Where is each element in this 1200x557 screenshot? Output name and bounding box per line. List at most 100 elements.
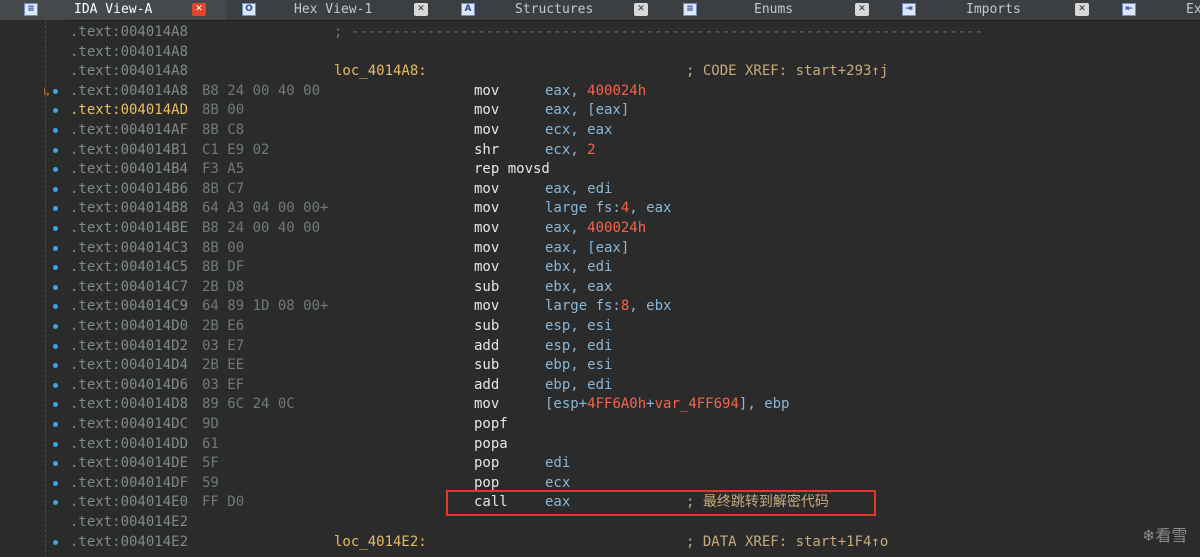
address[interactable]: .text:004014E0 (70, 493, 188, 513)
address[interactable]: .text:004014D8 (70, 395, 188, 415)
breakpoint-dot-icon[interactable] (53, 284, 58, 290)
listing-row[interactable]: .text:004014B1 C1 E9 02 shr ecx, 2 (0, 141, 1200, 161)
address[interactable]: .text:004014AF (70, 121, 188, 141)
mnemonic[interactable]: mov (474, 258, 499, 278)
listing-row[interactable]: .text:004014D6 03 EF add ebp, edi (0, 376, 1200, 396)
breakpoint-dot-icon[interactable] (53, 304, 58, 310)
close-icon[interactable]: ✕ (414, 3, 428, 16)
operands[interactable]: ecx, 2 (545, 141, 596, 161)
address[interactable]: .text:004014A8 (70, 82, 188, 102)
listing-row[interactable]: .text:004014D8 89 6C 24 0C mov [esp+4FF6A0h… (0, 395, 1200, 415)
listing-row[interactable]: .text:004014AF 8B C8 mov ecx, eax (0, 121, 1200, 141)
mnemonic[interactable]: sub (474, 278, 499, 298)
close-icon[interactable]: ✕ (855, 3, 869, 16)
breakpoint-dot-icon[interactable] (53, 343, 58, 349)
mnemonic[interactable]: mov (474, 180, 499, 200)
listing-row[interactable]: .text:004014D4 2B EE sub ebp, esi (0, 356, 1200, 376)
address[interactable]: .text:004014DD (70, 435, 188, 455)
address[interactable]: .text:004014C7 (70, 278, 188, 298)
listing-row[interactable]: .text:004014C5 8B DF mov ebx, edi (0, 258, 1200, 278)
address[interactable]: .text:004014DF (70, 474, 188, 494)
address[interactable]: .text:004014A8 (70, 43, 188, 63)
mnemonic[interactable]: mov (474, 82, 499, 102)
operands[interactable]: eax, 400024h (545, 82, 646, 102)
address[interactable]: .text:004014A8 (70, 62, 188, 82)
address[interactable]: .text:004014C9 (70, 297, 188, 317)
breakpoint-dot-icon[interactable] (53, 88, 58, 94)
tab-ex[interactable]: ⇤ Ex (1110, 0, 1200, 20)
mnemonic[interactable]: add (474, 376, 499, 396)
breakpoint-dot-icon[interactable] (53, 128, 58, 133)
tab-structures[interactable]: A Structures ✕ (446, 0, 668, 20)
tab-ida-view-a[interactable]: ≡ IDA View-A ✕ (0, 0, 226, 20)
mnemonic[interactable]: mov (474, 121, 499, 141)
mnemonic[interactable]: sub (474, 317, 499, 337)
breakpoint-dot-icon[interactable] (53, 226, 58, 231)
address[interactable]: .text:004014C3 (70, 239, 188, 259)
mnemonic[interactable]: shr (474, 141, 499, 161)
listing-row[interactable]: .text:004014D2 03 E7 add esp, edi (0, 337, 1200, 357)
breakpoint-dot-icon[interactable] (53, 500, 58, 506)
breakpoint-dot-icon[interactable] (53, 324, 58, 329)
address[interactable]: .text:004014AD (70, 101, 188, 121)
listing-row[interactable]: .text:004014C9 64 89 1D 08 00+ mov large fs… (0, 297, 1200, 317)
breakpoint-dot-icon[interactable] (53, 206, 58, 212)
listing-row[interactable]: .text:004014B6 8B C7 mov eax, edi (0, 180, 1200, 200)
address[interactable]: .text:004014A8 (70, 23, 188, 43)
operands[interactable]: eax, 400024h (545, 219, 646, 239)
operands[interactable]: ebp, edi (545, 376, 612, 396)
breakpoint-dot-icon[interactable] (53, 265, 58, 271)
mnemonic[interactable]: mov (474, 297, 499, 317)
listing-row[interactable]: .text:004014AD 8B 00 mov eax, [eax] (0, 101, 1200, 121)
operands[interactable]: large fs:4, eax (545, 199, 671, 219)
operands[interactable]: esp, edi (545, 337, 612, 357)
address[interactable]: .text:004014B6 (70, 180, 188, 200)
operands[interactable]: eax, [eax] (545, 101, 629, 121)
address[interactable]: .text:004014E2 (70, 513, 188, 533)
mnemonic[interactable]: mov (474, 219, 499, 239)
operands[interactable]: edi (545, 454, 570, 474)
address[interactable]: .text:004014DC (70, 415, 188, 435)
tab-enums[interactable]: ≡ Enums ✕ (668, 0, 892, 20)
breakpoint-dot-icon[interactable] (53, 441, 58, 447)
operands[interactable]: [esp+4FF6A0h+var_4FF694], ebp (545, 395, 789, 415)
address[interactable]: .text:004014C5 (70, 258, 188, 278)
disassembly-view[interactable]: .text:004014A8 ; ------------------------… (0, 20, 1200, 557)
listing-row[interactable]: .text:004014C7 2B D8 sub ebx, eax (0, 278, 1200, 298)
address[interactable]: .text:004014D0 (70, 317, 188, 337)
listing-row[interactable]: .text:004014B8 64 A3 04 00 00+ mov large fs… (0, 199, 1200, 219)
listing-row[interactable]: .text:004014BE B8 24 00 40 00 mov eax, 4000… (0, 219, 1200, 239)
listing-row[interactable]: .text:004014DC 9D popf (0, 415, 1200, 435)
breakpoint-dot-icon[interactable] (53, 167, 58, 173)
code-label[interactable]: loc_4014A8: (334, 62, 427, 82)
breakpoint-dot-icon[interactable] (53, 402, 58, 408)
mnemonic[interactable]: popa (474, 435, 508, 455)
listing-row[interactable]: .text:004014C3 8B 00 mov eax, [eax] (0, 239, 1200, 259)
close-icon[interactable]: ✕ (192, 3, 206, 16)
close-icon[interactable]: ✕ (634, 3, 648, 16)
mnemonic[interactable]: mov (474, 239, 499, 259)
code-label[interactable]: loc_4014E2: (334, 533, 427, 553)
operands[interactable]: eax, [eax] (545, 239, 629, 259)
listing-row[interactable]: .text:004014A8 ; ------------------------… (0, 23, 1200, 43)
listing-row[interactable]: .text:004014DD 61 popa (0, 435, 1200, 455)
mnemonic[interactable]: mov (474, 199, 499, 219)
mnemonic[interactable]: mov (474, 395, 499, 415)
listing-row[interactable]: .text:004014E2 loc_4014E2: ; DATA XREF: st… (0, 533, 1200, 553)
breakpoint-dot-icon[interactable] (53, 422, 58, 427)
operands[interactable]: ecx, eax (545, 121, 612, 141)
breakpoint-dot-icon[interactable] (53, 539, 58, 545)
breakpoint-dot-icon[interactable] (53, 480, 58, 486)
operands[interactable]: esp, esi (545, 317, 612, 337)
breakpoint-dot-icon[interactable] (53, 245, 58, 251)
breakpoint-dot-icon[interactable] (53, 147, 58, 153)
tab-imports[interactable]: ⇥ Imports ✕ (892, 0, 1110, 20)
breakpoint-dot-icon[interactable] (53, 108, 58, 114)
operands[interactable]: ebx, eax (545, 278, 612, 298)
listing-row[interactable]: .text:004014DE 5F pop edi (0, 454, 1200, 474)
address[interactable]: .text:004014E2 (70, 533, 188, 553)
operands[interactable]: ebp, esi (545, 356, 612, 376)
breakpoint-dot-icon[interactable] (53, 186, 58, 192)
address[interactable]: .text:004014BE (70, 219, 188, 239)
address[interactable]: .text:004014B1 (70, 141, 188, 161)
